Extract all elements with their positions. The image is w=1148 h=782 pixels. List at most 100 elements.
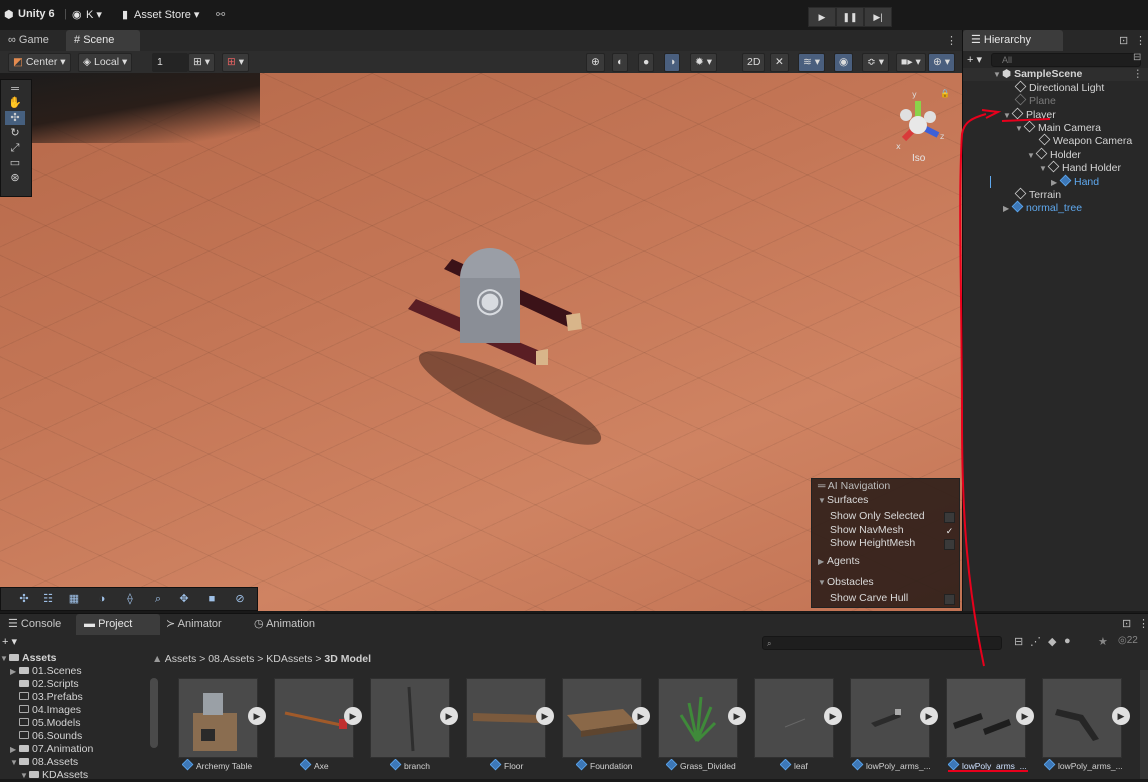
hierarchy-row-directional-light[interactable]: Directional Light	[963, 80, 1148, 94]
show-navmesh-checkbox[interactable]: ✓	[944, 526, 955, 537]
overlay-handle-icon[interactable]: ═	[5, 82, 25, 96]
hierarchy-row-weapon-camera[interactable]: Weapon Camera	[963, 133, 1148, 147]
create-asset-dropdown[interactable]: + ▾	[2, 635, 17, 648]
grid-visibility-dropdown[interactable]: ⊞ ▾	[222, 53, 250, 72]
lit-button[interactable]: ◑	[664, 53, 681, 72]
lock-icon[interactable]: ⊡	[1122, 617, 1131, 630]
search-icon[interactable]: ⌕	[147, 590, 169, 608]
asset-thumbnail[interactable]	[658, 678, 738, 758]
create-dropdown[interactable]: + ▾	[967, 53, 982, 66]
pivot-dropdown[interactable]: ◩ Center ▾	[8, 53, 71, 72]
scene-menu-icon[interactable]: ⋮	[1133, 68, 1144, 81]
scene-row[interactable]: ▼⬢ SampleScene ⋮	[963, 68, 1148, 81]
preview-play-icon[interactable]: ▶	[824, 707, 842, 725]
show-carve-hull-row[interactable]: Show Carve Hull	[812, 592, 959, 606]
preview-play-icon[interactable]: ▶	[1016, 707, 1034, 725]
hierarchy-row-plane[interactable]: Plane	[963, 93, 1148, 107]
show-heightmesh-checkbox[interactable]	[944, 539, 955, 550]
preview-play-icon[interactable]: ▶	[344, 707, 362, 725]
shading-icon[interactable]: ◑	[91, 590, 113, 608]
tree-item-images[interactable]: 04.Images	[0, 704, 81, 717]
space-dropdown[interactable]: ◈ Local ▾	[78, 53, 133, 72]
hand-tool-icon[interactable]: ✋	[5, 96, 25, 110]
compass-icon[interactable]: ⊘	[229, 590, 251, 608]
tree-item-assets[interactable]: ▼ Assets	[0, 652, 56, 665]
account-icon[interactable]: ◉	[72, 8, 82, 21]
preview-play-icon[interactable]: ▶	[248, 707, 266, 725]
tag-icon[interactable]: ◆	[1048, 635, 1056, 648]
tree-item-animation[interactable]: ▶ 07.Animation	[0, 743, 93, 756]
surfaces-foldout[interactable]: ▼Surfaces	[818, 494, 962, 508]
search-options-icon[interactable]: ⊟	[1133, 52, 1141, 63]
preview-play-icon[interactable]: ▶	[536, 707, 554, 725]
hierarchy-row-terrain[interactable]: Terrain	[963, 187, 1148, 201]
debug-draw-dropdown[interactable]: ✹ ▾	[690, 53, 717, 72]
pivot-move-icon[interactable]: ✥	[173, 590, 195, 608]
orientation-gizmo[interactable]: y z x 🔒 Iso	[890, 87, 960, 167]
navigation-icon[interactable]: ⟠	[119, 590, 141, 608]
tree-item-scripts[interactable]: 02.Scripts	[0, 678, 79, 691]
show-navmesh-row[interactable]: Show NavMesh ✓	[812, 524, 959, 538]
more-menu-icon[interactable]: ⋮	[946, 34, 957, 47]
pause-button[interactable]: ❚❚	[836, 7, 864, 27]
version-control-icon[interactable]: ⚯	[216, 8, 225, 21]
snap-value-input[interactable]: 1	[152, 53, 188, 72]
hierarchy-row-hand-holder[interactable]: ▼ Hand Holder	[963, 160, 1148, 174]
shaded-button[interactable]: ●	[638, 53, 655, 72]
move-icon[interactable]: ✣	[13, 590, 35, 608]
filter-type-icon[interactable]: ⊟	[1014, 635, 1023, 648]
warning-icon[interactable]: ●	[1064, 635, 1071, 647]
layers-dropdown[interactable]: ≎ ▾	[862, 53, 889, 72]
filter-label-icon[interactable]: ⋰	[1030, 635, 1041, 648]
tree-item-kdassets[interactable]: ▼ KDAssets	[0, 769, 88, 782]
account-dropdown[interactable]: K ▾	[86, 8, 102, 21]
move-tool-icon[interactable]: ✣	[5, 111, 25, 125]
lock-icon[interactable]: ⊡	[1119, 34, 1128, 47]
collapse-arrow-icon[interactable]: ▲	[152, 653, 165, 665]
step-button[interactable]: ▶|	[864, 7, 892, 27]
tree-scrollbar[interactable]	[150, 678, 158, 748]
tab-project[interactable]: ▬ Project	[76, 614, 160, 635]
preview-play-icon[interactable]: ▶	[1112, 707, 1130, 725]
ai-nav-title[interactable]: ═ AI Navigation	[818, 480, 962, 494]
toggle-2d-button[interactable]: 2D	[742, 53, 766, 72]
asset-thumbnail[interactable]	[850, 678, 930, 758]
lighting-toggle[interactable]: ✕	[770, 53, 789, 72]
tree-item-prefabs[interactable]: 03.Prefabs	[0, 691, 83, 704]
scale-tool-icon[interactable]: ⤢	[5, 141, 25, 155]
wireframe-button[interactable]: ⊕	[586, 53, 605, 72]
tab-animation[interactable]: ◷ Animation	[246, 614, 323, 635]
show-heightmesh-row[interactable]: Show HeightMesh	[812, 537, 959, 551]
tab-console[interactable]: ☰ Console	[0, 614, 69, 635]
grid-snap-dropdown[interactable]: ⊞ ▾	[188, 53, 215, 72]
shaded-wire-button[interactable]: ◐	[612, 53, 629, 72]
tree-item-scenes[interactable]: ▶ 01.Scenes	[0, 665, 82, 678]
tab-hierarchy[interactable]: ☰ Hierarchy	[963, 30, 1063, 51]
tab-game[interactable]: ∞ Game	[0, 30, 57, 51]
camera-dropdown[interactable]: ■▸ ▾	[896, 53, 926, 72]
agents-foldout[interactable]: ▶ Agents	[818, 555, 962, 569]
asset-thumbnail[interactable]	[274, 678, 354, 758]
asset-thumbnail[interactable]	[562, 678, 642, 758]
hierarchy-row-normal-tree[interactable]: ▶ normal_tree	[963, 200, 1148, 214]
tab-animator[interactable]: ≻ Animator	[158, 614, 230, 635]
breadcrumb-current[interactable]: 3D Model	[324, 653, 371, 665]
show-carve-hull-checkbox[interactable]	[944, 594, 955, 605]
align-icon[interactable]: ☷	[37, 590, 59, 608]
play-button[interactable]: ▶	[808, 7, 836, 27]
show-only-selected-row[interactable]: Show Only Selected	[812, 510, 959, 524]
hierarchy-row-main-camera[interactable]: ▼ Main Camera	[963, 120, 1148, 134]
grid-brush-icon[interactable]: ▦	[63, 590, 85, 608]
assets-scrollbar[interactable]	[1140, 670, 1148, 779]
preview-play-icon[interactable]: ▶	[440, 707, 458, 725]
tree-item-08-assets[interactable]: ▼ 08.Assets	[0, 756, 78, 769]
preview-play-icon[interactable]: ▶	[728, 707, 746, 725]
asset-store-dropdown[interactable]: Asset Store ▾	[134, 8, 199, 21]
breadcrumb-item[interactable]: KDAssets	[266, 653, 312, 665]
preview-play-icon[interactable]: ▶	[920, 707, 938, 725]
effects-dropdown[interactable]: ≋ ▾	[798, 53, 825, 72]
tree-item-sounds[interactable]: 06.Sounds	[0, 730, 82, 743]
breadcrumb-item[interactable]: 08.Assets	[208, 653, 254, 665]
hidden-count[interactable]: ◎22	[1118, 635, 1138, 646]
asset-thumbnail[interactable]	[178, 678, 258, 758]
